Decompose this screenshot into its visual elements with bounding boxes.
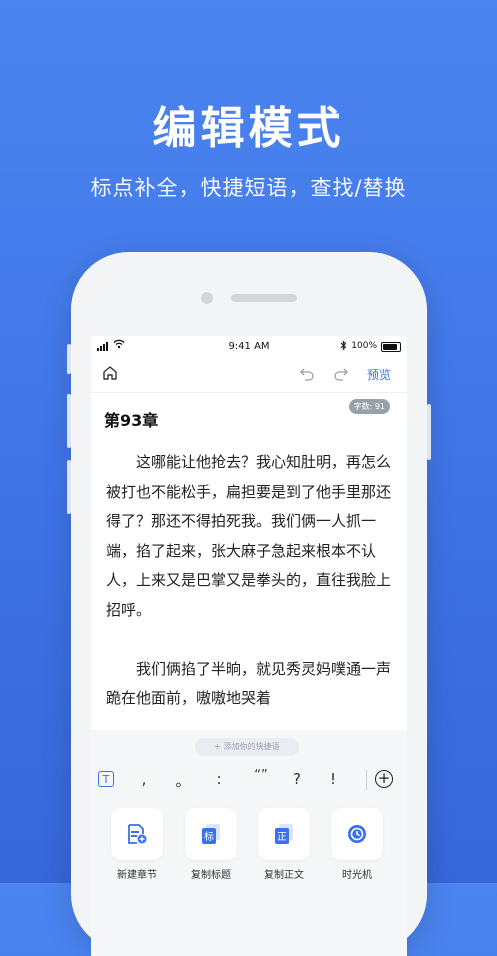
punct-question-button[interactable]: ? (287, 770, 307, 788)
punct-comma-button[interactable]: , (134, 770, 154, 788)
punct-period-button[interactable]: 。 (173, 770, 193, 791)
punct-quotes-button[interactable]: “” (251, 768, 271, 783)
copy-body-tile: 正 (258, 808, 310, 860)
new-chapter-icon (128, 824, 147, 844)
undo-icon[interactable] (299, 365, 315, 381)
add-punctuation-icon[interactable]: + (375, 770, 393, 788)
time-machine-tile (331, 808, 383, 860)
app-screen: 9:41 AM 100% 预览 第93章 字数: 91 这哪能让他抢去？我心知肚… (91, 336, 407, 956)
home-icon[interactable] (101, 364, 119, 382)
mute-switch (67, 344, 71, 374)
copy-body-button[interactable]: 正 复制正文 (256, 808, 312, 881)
text-format-icon[interactable]: T (98, 771, 114, 787)
action-label: 复制正文 (264, 870, 304, 881)
action-label: 复制标题 (191, 870, 231, 881)
svg-text:正: 正 (277, 832, 287, 843)
action-label: 时光机 (342, 870, 372, 881)
punct-colon-button[interactable]: : (209, 770, 229, 788)
hero-subtitle: 标点补全，快捷短语，查找/替换 (90, 176, 407, 200)
punctuation-bar: T , 。 : “” ? ! + (91, 768, 407, 796)
svg-text:标: 标 (204, 831, 214, 843)
battery-icon (381, 342, 401, 352)
paragraph: 这哪能让他抢去？我心知肚明，再怎么被打也不能松手，扁担要是到了他手里那还得了？那… (106, 453, 392, 619)
new-chapter-button[interactable]: 新建章节 (109, 808, 165, 881)
action-label: 新建章节 (117, 870, 157, 881)
volume-up-button (67, 394, 71, 448)
punct-exclaim-button[interactable]: ! (323, 770, 343, 788)
earpiece-speaker (231, 294, 297, 302)
new-chapter-tile (111, 808, 163, 860)
time-machine-button[interactable]: 时光机 (329, 808, 385, 881)
time-machine-icon (348, 825, 366, 843)
power-button (427, 404, 431, 460)
paragraph: 我们俩掐了半晌，就见秀灵妈噗通一声跪在他面前，嗷嗷地哭着 (106, 659, 392, 708)
add-quick-phrase-button[interactable]: + 添加你的快捷语 (195, 738, 299, 756)
copy-title-button[interactable]: 标 复制标题 (183, 808, 239, 881)
copy-title-tile: 标 (185, 808, 237, 860)
front-camera (201, 292, 213, 304)
punct-divider (366, 770, 367, 790)
editing-panel: + 添加你的快捷语 T , 。 : “” ? ! + 新建章节 标 复制标题 正… (91, 730, 407, 956)
bluetooth-icon (340, 340, 347, 354)
action-grid: 新建章节 标 复制标题 正 复制正文 时光机 (91, 808, 407, 948)
chapter-body-editor[interactable]: 这哪能让他抢去？我心知肚明，再怎么被打也不能松手，扁担要是到了他手里那还得了？那… (106, 448, 396, 714)
editor-toolbar: 预览 (91, 358, 407, 390)
chapter-title[interactable]: 第93章 (104, 407, 158, 431)
status-bar: 9:41 AM 100% (91, 336, 407, 358)
copy-title-icon: 标 (202, 824, 220, 844)
word-count-badge: 字数: 91 (348, 399, 390, 414)
phone-frame: 9:41 AM 100% 预览 第93章 字数: 91 这哪能让他抢去？我心知肚… (67, 252, 431, 956)
hero-title: 编辑模式 (152, 103, 345, 154)
redo-icon[interactable] (333, 365, 349, 381)
toolbar-divider (91, 392, 407, 393)
volume-down-button (67, 460, 71, 514)
preview-button[interactable]: 预览 (367, 366, 391, 383)
battery-percent: 100% (351, 341, 377, 351)
copy-body-icon: 正 (275, 824, 293, 844)
